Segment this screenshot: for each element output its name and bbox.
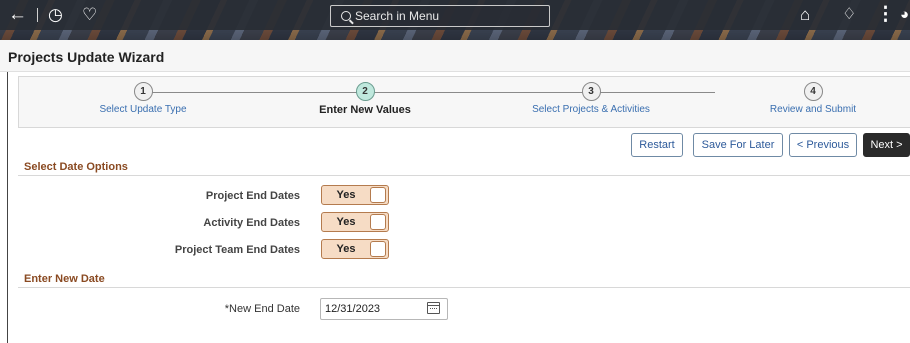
toggle-knob bbox=[370, 241, 386, 257]
home-icon[interactable]: ⌂ bbox=[800, 5, 810, 25]
step-number: 2 bbox=[355, 82, 375, 101]
section-select-date-options: Select Date Options bbox=[18, 161, 910, 176]
toggle-value: Yes bbox=[336, 189, 356, 201]
search-input[interactable]: Search in Menu bbox=[330, 5, 550, 27]
next-button[interactable]: Next > bbox=[863, 133, 910, 157]
toggle-value: Yes bbox=[336, 216, 356, 228]
step-select-update-type[interactable]: 1 Select Update Type bbox=[43, 82, 243, 115]
bell-icon[interactable]: ♢ bbox=[842, 5, 856, 25]
section-heading: Enter New Date bbox=[24, 273, 105, 285]
new-end-date-label: *New End Date bbox=[224, 303, 300, 315]
calendar-icon[interactable] bbox=[427, 302, 440, 314]
project-end-dates-label: Project End Dates bbox=[205, 190, 300, 202]
step-number: 4 bbox=[803, 82, 823, 101]
step-label[interactable]: Review and Submit bbox=[713, 104, 910, 115]
top-banner: ← ◷ ♡ Search in Menu ⌂ ♢ ⋮ ◕ bbox=[0, 0, 910, 40]
page-title-bar: Projects Update Wizard bbox=[0, 40, 910, 72]
search-placeholder: Search in Menu bbox=[355, 9, 440, 23]
project-end-dates-toggle[interactable]: Yes bbox=[321, 185, 389, 205]
heart-icon[interactable]: ♡ bbox=[82, 5, 97, 25]
section-heading: Select Date Options bbox=[24, 161, 128, 173]
step-select-projects-activities[interactable]: 3 Select Projects & Activities bbox=[491, 82, 691, 115]
step-label[interactable]: Select Projects & Activities bbox=[491, 104, 691, 115]
section-enter-new-date: Enter New Date bbox=[18, 273, 910, 288]
toggle-knob bbox=[370, 187, 386, 203]
project-team-end-dates-label: Project Team End Dates bbox=[174, 244, 300, 256]
date-value: 12/31/2023 bbox=[325, 303, 381, 315]
nav-bar-icon[interactable]: ◕ bbox=[900, 5, 909, 25]
save-for-later-button[interactable]: Save For Later bbox=[693, 133, 783, 157]
history-icon[interactable]: ◷ bbox=[48, 5, 63, 25]
project-team-end-dates-toggle[interactable]: Yes bbox=[321, 239, 389, 259]
step-label[interactable]: Select Update Type bbox=[43, 104, 243, 115]
previous-button[interactable]: < Previous bbox=[789, 133, 857, 157]
step-review-submit[interactable]: 4 Review and Submit bbox=[713, 82, 910, 115]
step-number: 3 bbox=[581, 82, 601, 101]
toggle-value: Yes bbox=[336, 243, 356, 255]
activity-end-dates-label: Activity End Dates bbox=[203, 217, 300, 229]
step-number: 1 bbox=[133, 82, 153, 101]
search-icon bbox=[341, 11, 351, 21]
step-label: Enter New Values bbox=[319, 104, 411, 116]
page-title: Projects Update Wizard bbox=[8, 49, 165, 65]
back-arrow-icon[interactable]: ← bbox=[8, 5, 27, 25]
activity-end-dates-toggle[interactable]: Yes bbox=[321, 212, 389, 232]
wizard-train: 1 Select Update Type 2 Enter New Values … bbox=[18, 76, 910, 128]
kebab-menu-icon[interactable]: ⋮ bbox=[876, 5, 895, 25]
new-end-date-field[interactable]: 12/31/2023 bbox=[320, 298, 448, 320]
header-divider bbox=[37, 8, 38, 22]
step-enter-new-values: 2 Enter New Values bbox=[265, 82, 465, 116]
restart-button[interactable]: Restart bbox=[631, 133, 683, 157]
toggle-knob bbox=[370, 214, 386, 230]
